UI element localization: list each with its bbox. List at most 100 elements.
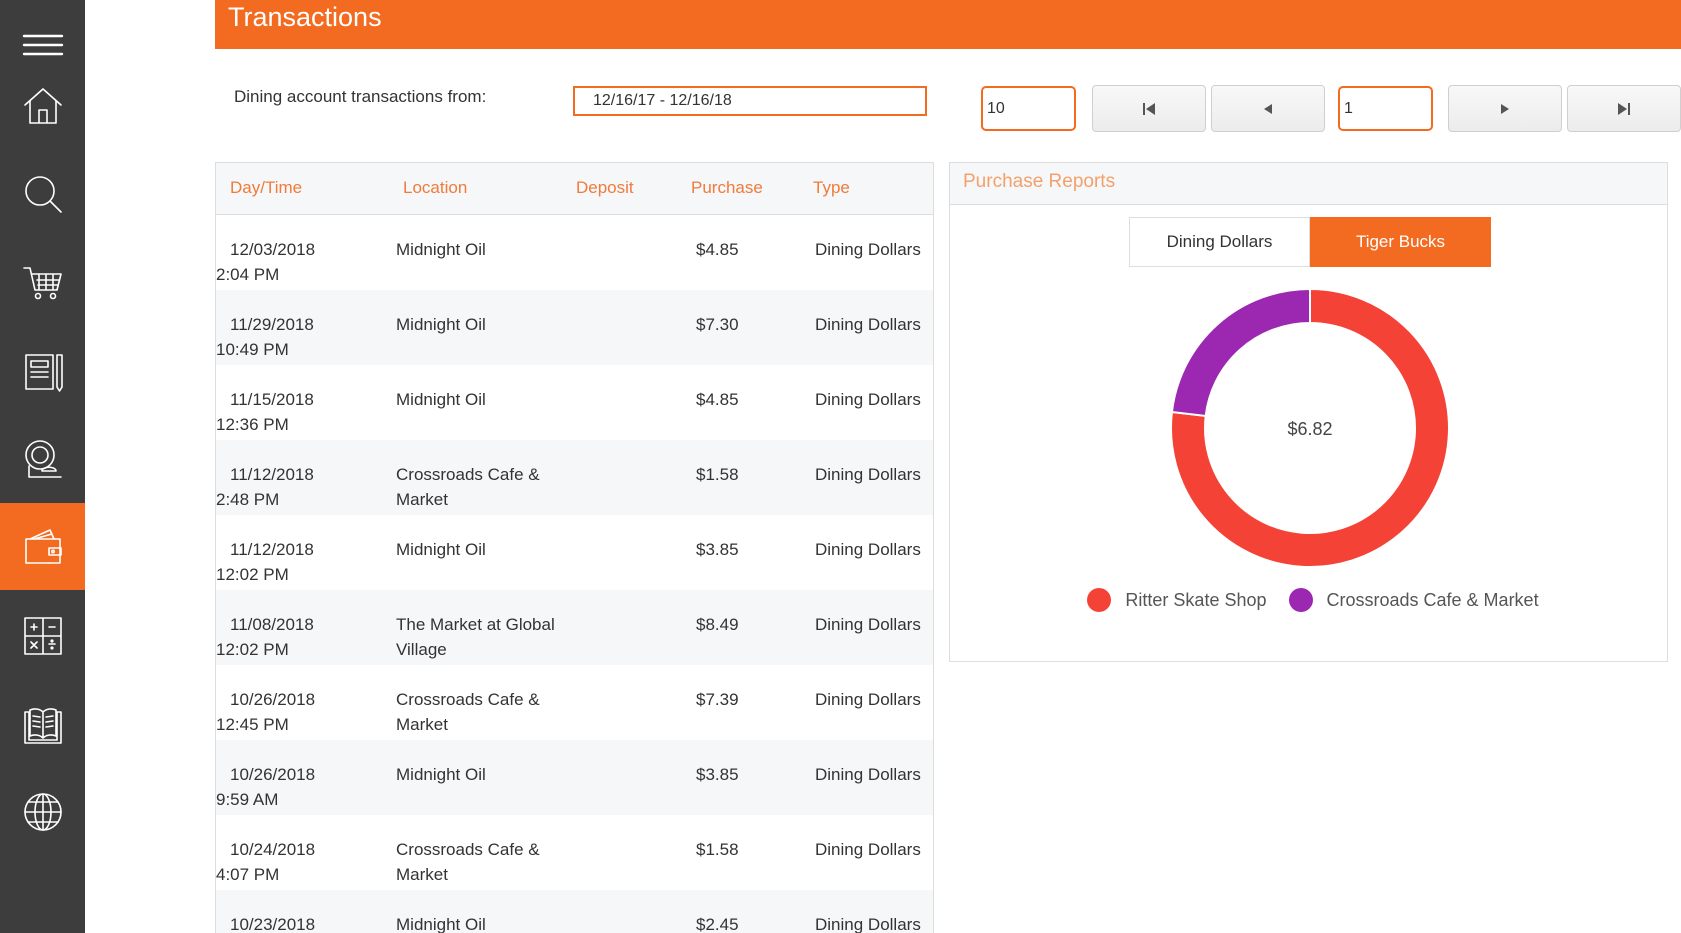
page-title: Transactions [228,2,382,32]
legend-item[interactable]: Crossroads Cafe & Market [1288,588,1539,612]
book-icon [23,707,62,744]
legend-label: Crossroads Cafe & Market [1326,589,1539,610]
transaction-purchase: $3.85 [696,540,739,559]
first-page-icon [1143,102,1155,115]
transaction-purchase: $4.85 [696,240,739,259]
transaction-type: Dining Dollars [815,690,921,709]
transaction-date: 10/23/2018 [230,915,316,933]
table-row: 11/29/2018 10:49 PM Midnight Oil $7.30 Di… [216,290,933,365]
last-page-icon [1618,102,1630,115]
transaction-datetime: 11/15/2018 12:36 PM [216,387,366,437]
donut-slice-crossroads-cafe-market[interactable] [1170,287,1311,418]
table-row: 10/26/2018 9:59 AM Midnight Oil $3.85 Din… [216,740,933,815]
transaction-date: 11/12/2018 [230,465,314,484]
page-size-input[interactable] [981,86,1076,131]
menu-icon [22,34,63,55]
transaction-date: 10/24/2018 [230,840,316,859]
table-row: 10/24/2018 4:07 PM Crossroads Cafe & Mark… [216,815,933,890]
next-page-icon [1501,103,1509,114]
globe-icon [23,792,62,831]
donut-chart: $6.82 [1170,287,1450,568]
transaction-purchase: $3.85 [696,765,739,784]
previous-page-button[interactable] [1211,85,1325,132]
transaction-type: Dining Dollars [815,615,921,634]
transaction-type: Dining Dollars [815,915,921,933]
transaction-time: 12:45 PM [216,715,289,734]
wallet-icon [24,528,62,564]
transaction-purchase: $1.58 [696,840,739,859]
donut-center-label: $6.82 [1287,419,1332,439]
last-page-button[interactable] [1567,85,1681,132]
transaction-time: 2:04 PM [216,265,280,284]
sidebar-item-search[interactable] [0,150,85,237]
calculator-icon [23,616,62,655]
report-header: Purchase Reports [950,163,1667,205]
transaction-location: The Market at Global Village [396,615,555,659]
legend-item[interactable]: Ritter Skate Shop [1087,588,1267,612]
transaction-purchase: $8.49 [696,615,739,634]
date-range-label: Dining account transactions from: [234,87,487,106]
next-page-button[interactable] [1448,85,1562,132]
sidebar-item-notes[interactable] [0,327,85,414]
purchase-report-panel: Purchase Reports Dining Dollars Tiger Bu… [949,162,1668,662]
transaction-location: Midnight Oil [396,240,486,259]
transaction-purchase: $2.45 [696,915,739,933]
legend-swatch [1087,588,1112,612]
transaction-type: Dining Dollars [815,390,921,409]
transaction-time: 12:02 PM [216,640,289,659]
transaction-type: Dining Dollars [815,540,921,559]
sidebar-item-shop[interactable] [0,238,85,325]
cart-icon [22,266,62,299]
column-header-deposit[interactable]: Deposit [576,178,634,198]
sidebar-item-wallet[interactable] [0,503,85,590]
transaction-purchase: $4.85 [696,390,739,409]
table-row: 11/08/2018 12:02 PM The Market at Global … [216,590,933,665]
table-row: 11/12/2018 12:02 PM Midnight Oil $3.85 Di… [216,515,933,590]
column-header-daytime[interactable]: Day/Time [230,178,302,198]
transaction-date: 10/26/2018 [230,765,316,784]
table-header: Day/Time Location Deposit Purchase Type [216,163,933,215]
table-row: 12/03/2018 2:04 PM Midnight Oil $4.85 Din… [216,215,933,290]
table-row: 11/12/2018 2:48 PM Crossroads Cafe & Mark… [216,440,933,515]
transaction-date: 11/12/2018 [230,540,314,559]
page-number-input[interactable] [1338,86,1433,131]
transaction-date: 11/15/2018 [230,390,314,409]
transaction-datetime: 10/23/2018 [216,912,366,933]
sidebar-item-dining[interactable] [0,415,85,502]
table-row: 11/15/2018 12:36 PM Midnight Oil $4.85 Di… [216,365,933,440]
report-title: Purchase Reports [963,171,1116,192]
tab-tiger-bucks[interactable]: Tiger Bucks [1310,217,1491,267]
transaction-type: Dining Dollars [815,315,921,334]
sidebar-item-home[interactable] [0,61,85,148]
transaction-type: Dining Dollars [815,240,921,259]
transaction-time: 12:36 PM [216,415,289,434]
transaction-location: Midnight Oil [396,765,486,784]
transaction-location: Crossroads Cafe & Market [396,840,540,884]
sidebar-item-world[interactable] [0,768,85,855]
legend-swatch [1288,588,1313,612]
search-icon [24,175,62,213]
transaction-time: 2:48 PM [216,490,280,509]
transaction-datetime: 11/12/2018 12:02 PM [216,537,366,587]
first-page-button[interactable] [1092,85,1206,132]
transaction-type: Dining Dollars [815,765,921,784]
transaction-datetime: 12/03/2018 2:04 PM [216,237,366,287]
transaction-location: Midnight Oil [396,915,486,933]
transactions-table: Day/Time Location Deposit Purchase Type … [215,162,934,933]
column-header-purchase[interactable]: Purchase [691,178,763,198]
transaction-location: Crossroads Cafe & Market [396,690,540,734]
transaction-time: 9:59 AM [216,790,279,809]
sidebar-item-calculator[interactable] [0,592,85,679]
transaction-date: 10/26/2018 [230,690,316,709]
home-icon [23,87,62,124]
date-range-input[interactable] [573,86,927,116]
transaction-datetime: 11/29/2018 10:49 PM [216,312,366,362]
sidebar-item-library[interactable] [0,680,85,767]
transaction-datetime: 10/26/2018 9:59 AM [216,762,366,812]
tab-dining-dollars[interactable]: Dining Dollars [1129,217,1310,267]
notebook-icon [24,353,63,392]
table-row: 10/23/2018 Midnight Oil $2.45 Dining Dol… [216,890,933,933]
legend-label: Ritter Skate Shop [1125,589,1267,610]
column-header-type[interactable]: Type [813,178,850,198]
column-header-location[interactable]: Location [403,178,467,198]
